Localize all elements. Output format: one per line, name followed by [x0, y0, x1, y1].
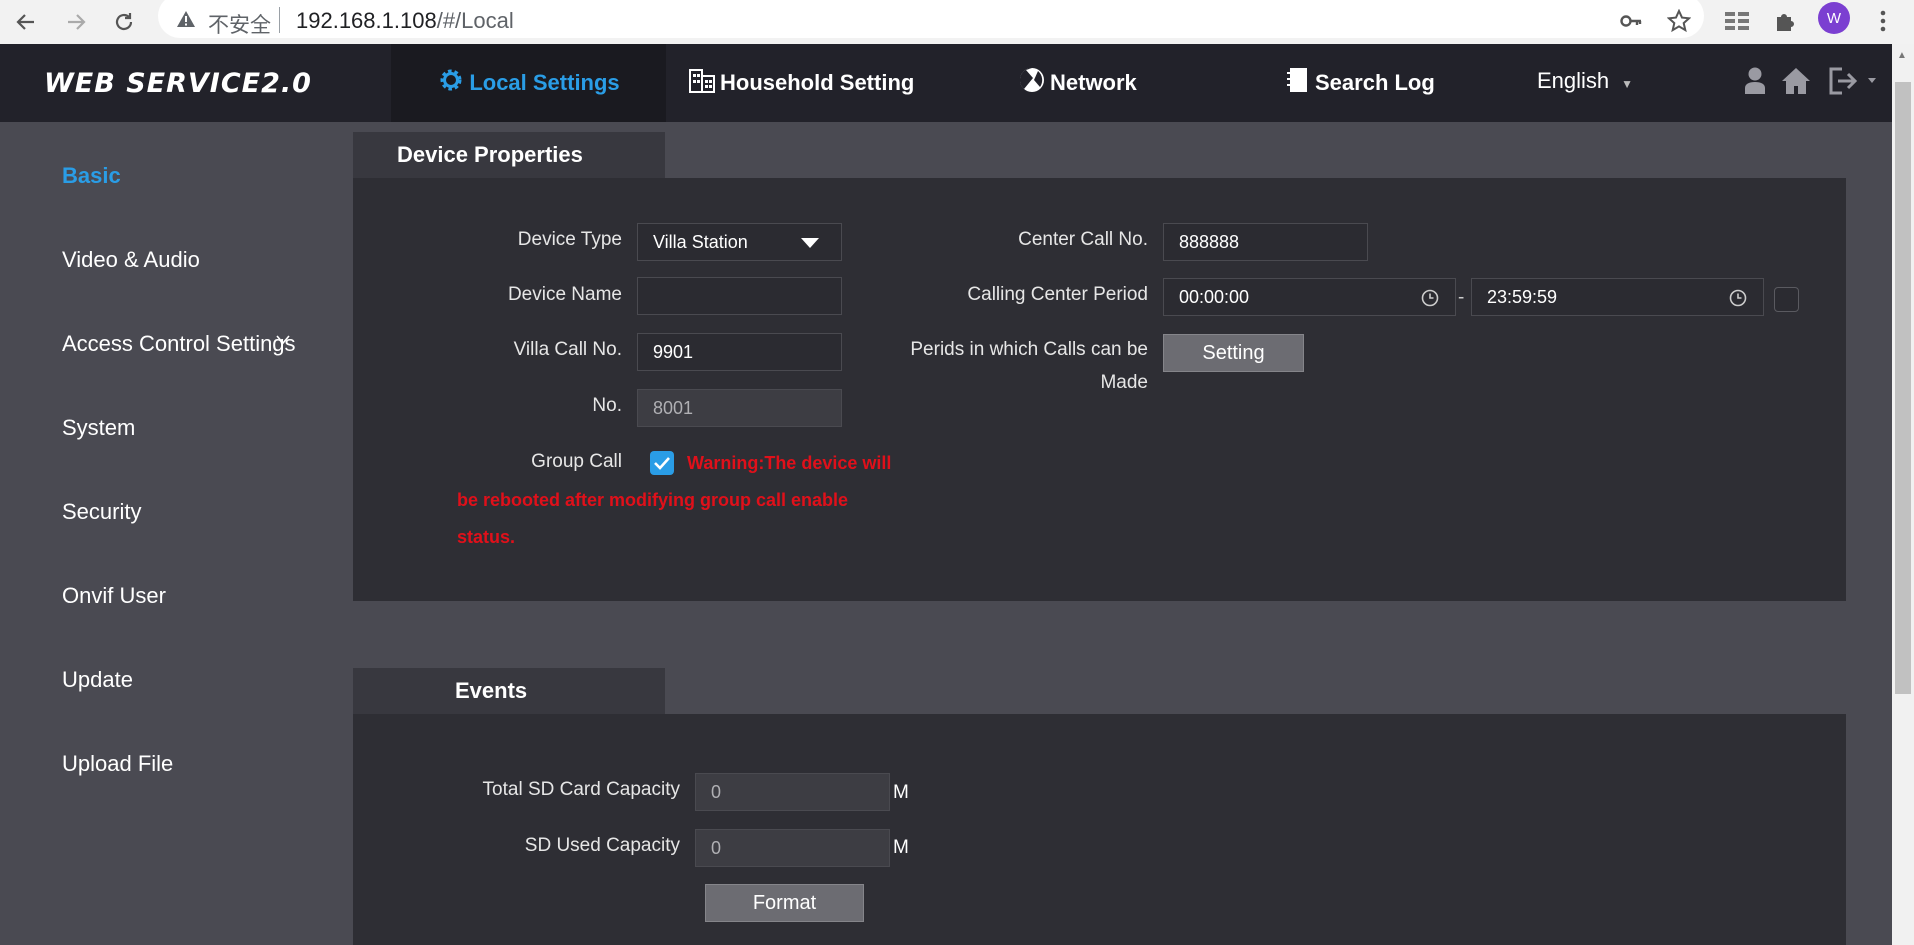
total-sd-unit: M: [893, 782, 909, 803]
group-call-label: Group Call: [531, 451, 622, 472]
globe-icon: [1018, 66, 1046, 100]
tab-label: Household Setting: [720, 70, 915, 95]
no-label: No.: [592, 395, 622, 416]
back-icon[interactable]: [8, 4, 44, 40]
url-path: /#/Local: [436, 8, 514, 33]
gear-icon: [437, 66, 465, 100]
period-end-value: 23:59:59: [1487, 286, 1558, 307]
calling-period-checkbox[interactable]: [1774, 287, 1799, 312]
call-periods-label-line1: Perids in which Calls can be: [910, 339, 1148, 360]
language-label: English: [1537, 68, 1610, 93]
villa-call-field[interactable]: 9901: [637, 333, 842, 371]
menu-dots-icon[interactable]: [1866, 4, 1900, 38]
setting-button[interactable]: Setting: [1163, 334, 1304, 372]
url-host: 192.168.1.108: [296, 8, 437, 33]
star-icon[interactable]: [1662, 4, 1696, 38]
app-logo: WEB SERVICE2.0: [44, 68, 312, 99]
group-call-warning-line3: status.: [457, 527, 516, 547]
divider: [279, 7, 280, 33]
device-type-label: Device Type: [517, 229, 622, 250]
period-start-value: 00:00:00: [1179, 286, 1250, 307]
browser-toolbar: 不安全 192.168.1.108/#/Local W: [0, 0, 1914, 45]
tab-household-setting[interactable]: Household Setting: [688, 44, 914, 122]
sidebar-item-upload-file[interactable]: Upload File: [62, 751, 173, 777]
events-panel: [353, 714, 1846, 945]
page-scrollbar[interactable]: ▲: [1892, 44, 1914, 945]
period-separator: -: [1458, 287, 1465, 308]
used-sd-label: SD Used Capacity: [524, 835, 680, 856]
tab-local-settings[interactable]: Local Settings: [391, 44, 666, 122]
chevron-down-icon: ▼: [1621, 77, 1634, 91]
used-sd-unit: M: [893, 837, 909, 858]
group-call-warning-line1: Warning:The device will: [687, 453, 892, 473]
tab-search-log[interactable]: Search Log: [1283, 44, 1435, 122]
url-text[interactable]: 192.168.1.108/#/Local: [296, 8, 514, 34]
total-sd-field: 0: [695, 773, 890, 811]
villa-call-label: Villa Call No.: [513, 339, 622, 360]
scroll-thumb[interactable]: [1895, 82, 1911, 694]
logout-icon[interactable]: [1828, 66, 1878, 101]
no-field: 8001: [637, 389, 842, 427]
center-call-label: Center Call No.: [1018, 229, 1148, 250]
profile-avatar[interactable]: W: [1818, 2, 1850, 34]
period-start-field[interactable]: 00:00:00: [1163, 278, 1456, 316]
security-label[interactable]: 不安全: [208, 9, 271, 39]
language-select[interactable]: English ▼: [1537, 68, 1633, 94]
calling-period-label: Calling Center Period: [967, 284, 1148, 305]
mouse-cursor-icon: [276, 334, 290, 352]
sidebar-item-basic[interactable]: Basic: [62, 163, 121, 189]
log-icon: [1283, 66, 1311, 100]
tab-network[interactable]: Network: [1018, 44, 1137, 122]
reload-icon[interactable]: [106, 4, 142, 40]
clock-icon[interactable]: [1421, 289, 1439, 312]
format-button[interactable]: Format: [705, 884, 864, 922]
chevron-down-icon: [801, 238, 819, 248]
center-call-field[interactable]: 888888: [1163, 223, 1368, 261]
sidebar-item-onvif-user[interactable]: Onvif User: [62, 583, 166, 609]
events-title: Events: [353, 668, 665, 714]
total-sd-label: Total SD Card Capacity: [482, 779, 680, 800]
device-name-label: Device Name: [507, 284, 622, 305]
building-icon: [688, 66, 716, 100]
sidebar-item-system[interactable]: System: [62, 415, 135, 441]
call-periods-label-line2: Made: [1100, 372, 1148, 393]
reading-list-icon[interactable]: [1720, 4, 1754, 38]
sidebar-item-access-control[interactable]: Access Control Settings: [62, 331, 296, 357]
sidebar-item-security[interactable]: Security: [62, 499, 141, 525]
group-call-warning-line2: be rebooted after modifying group call e…: [457, 490, 849, 510]
tab-label: Local Settings: [469, 70, 620, 95]
app-header: WEB SERVICE2.0 Local Settings Household …: [0, 44, 1892, 122]
device-name-field[interactable]: [637, 277, 842, 315]
user-icon[interactable]: [1744, 66, 1766, 101]
sidebar-item-video-audio[interactable]: Video & Audio: [62, 247, 200, 273]
forward-icon[interactable]: [58, 4, 94, 40]
device-type-value: Villa Station: [653, 231, 748, 252]
sidebar-item-update[interactable]: Update: [62, 667, 133, 693]
checkmark-icon: [654, 457, 670, 470]
warning-triangle-icon: [176, 9, 196, 34]
clock-icon[interactable]: [1729, 289, 1747, 312]
home-icon[interactable]: [1780, 66, 1812, 101]
period-end-field[interactable]: 23:59:59: [1471, 278, 1764, 316]
device-type-select[interactable]: Villa Station: [637, 223, 842, 261]
extensions-icon[interactable]: [1768, 4, 1802, 38]
device-properties-title: Device Properties: [353, 132, 665, 178]
group-call-checkbox[interactable]: [650, 451, 674, 475]
tab-label: Network: [1050, 70, 1137, 95]
used-sd-field: 0: [695, 829, 890, 867]
key-icon[interactable]: [1614, 4, 1648, 38]
scroll-up-icon[interactable]: ▲: [1897, 50, 1907, 61]
tab-label: Search Log: [1315, 70, 1435, 95]
address-bar[interactable]: 不安全 192.168.1.108/#/Local: [158, 0, 1704, 38]
